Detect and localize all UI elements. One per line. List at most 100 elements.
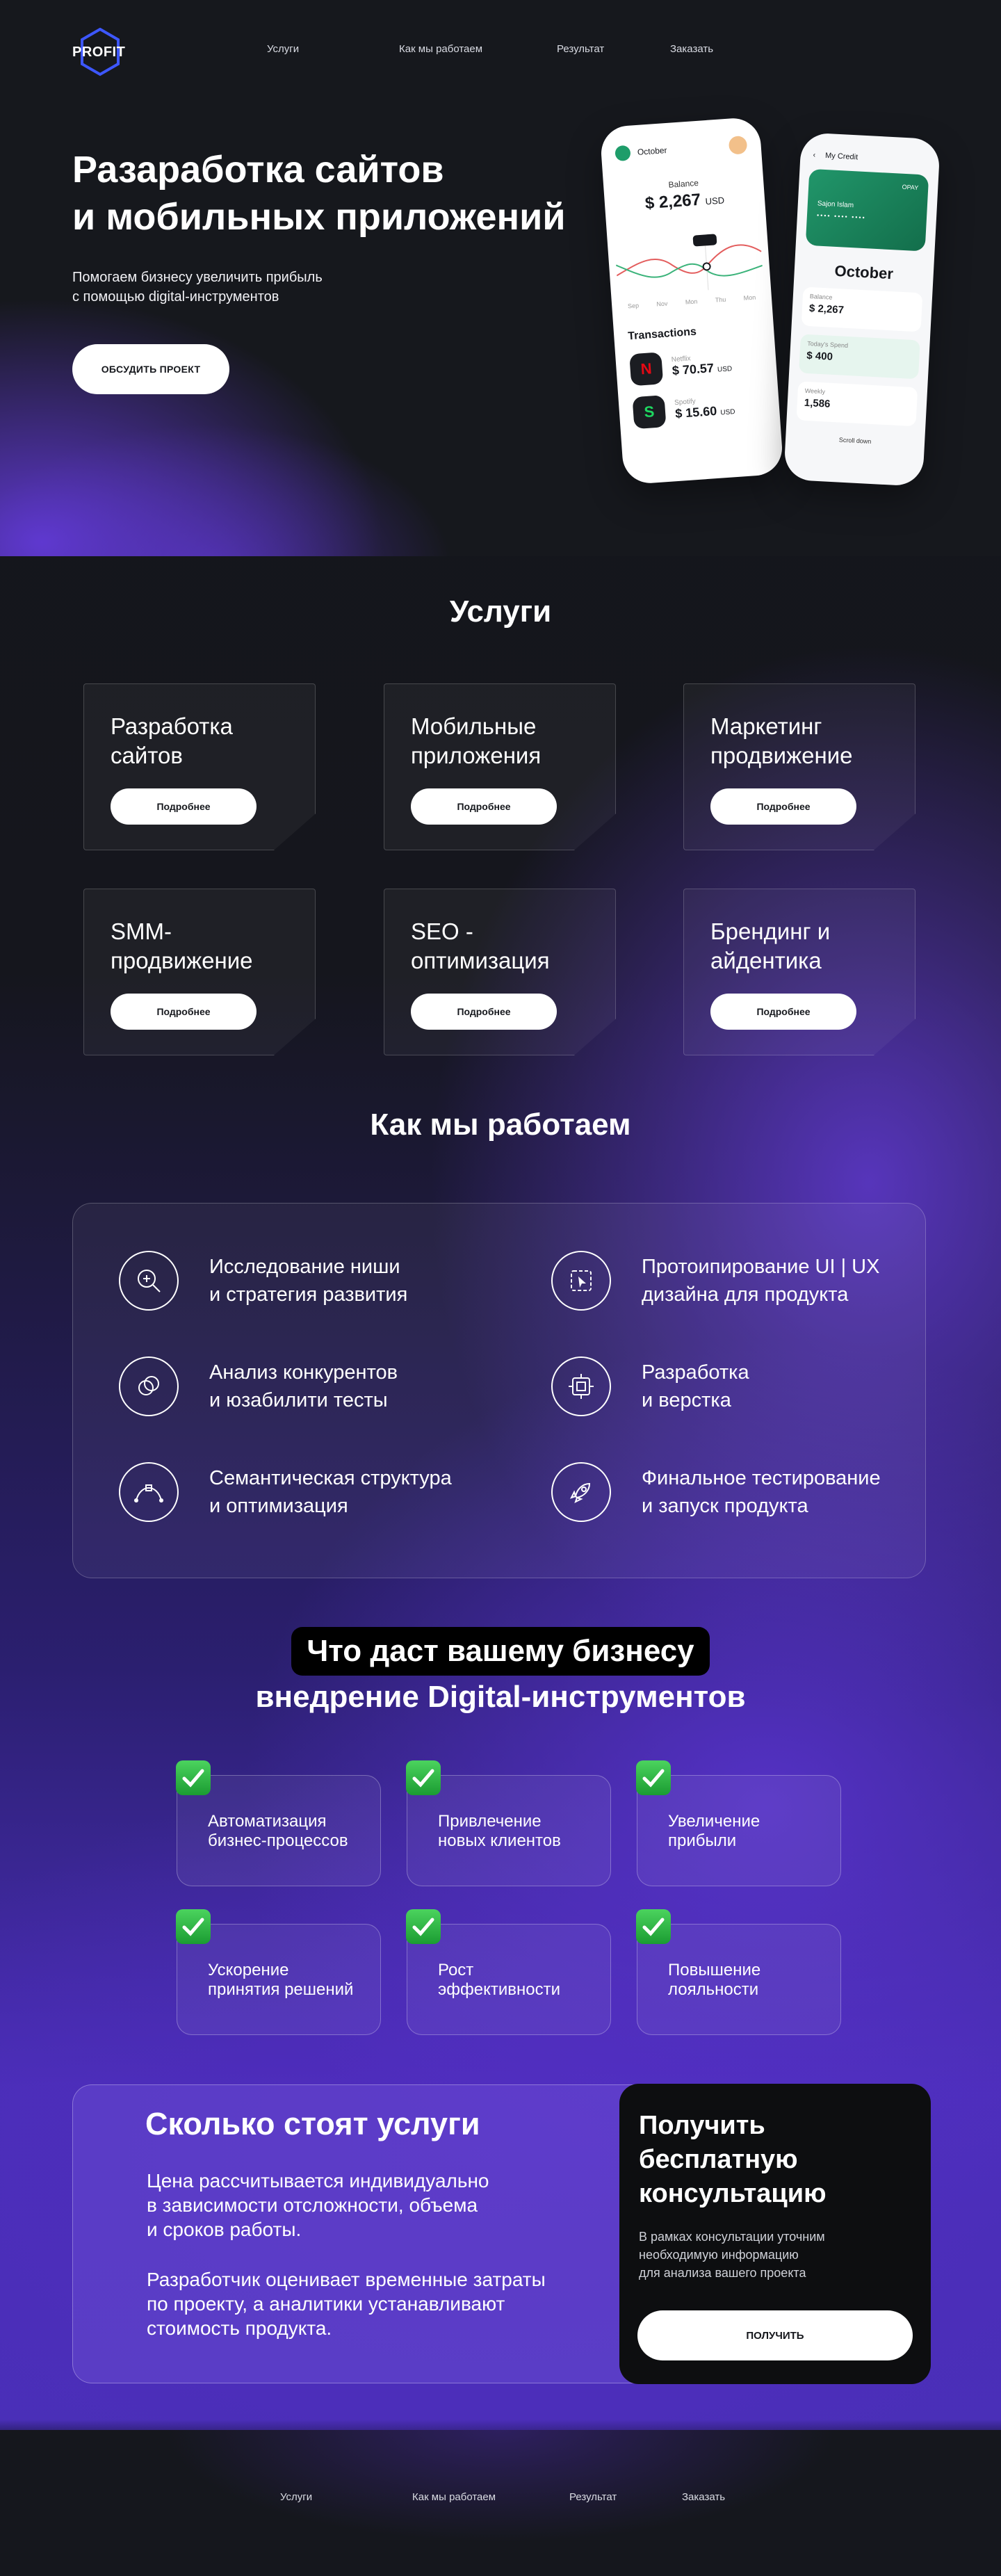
service-more-button[interactable]: Подробнее [111,788,257,825]
stat-value: $ 400 [806,349,833,363]
search-icon [119,1251,179,1311]
hero-title: Разаработка сайтов и мобильных приложени… [72,146,628,241]
how-step-line2: и верстка [642,1389,731,1411]
service-title: Брендинг и айдентика [710,917,888,975]
service-title-line2: оптимизация [411,948,550,973]
hero-title-line1: Разаработка сайтов [72,149,444,191]
service-more-button[interactable]: Подробнее [411,788,557,825]
how-step-line2: дизайна для продукта [642,1283,849,1306]
stat-box: Weekly 1,586 [796,381,918,427]
service-card: Маркетинг продвижение Подробнее [683,683,915,850]
benefit-card: Ускорение принятия решений [176,1909,381,2035]
line-chart-graphic [615,234,763,291]
how-step-text: Разработка и верстка [642,1359,749,1414]
stat-value: $ 2,267 [808,302,845,316]
avatar [728,135,748,155]
how-step-text: Финальное тестирование и запуск продукта [642,1464,881,1520]
phone2-month: October [834,261,894,283]
app-logo-icon [615,145,631,162]
month-label: Mon [685,298,698,306]
how-step-line2: и стратегия развития [209,1283,408,1306]
discuss-project-button[interactable]: ОБСУДИТЬ ПРОЕКТ [72,344,229,394]
nav-link-order[interactable]: Заказать [670,43,713,55]
benefit-line2: эффективности [438,1980,561,1999]
pricing-paragraph: Цена рассчитывается индивидуально в зави… [147,2169,564,2242]
development-icon [551,1356,611,1416]
how-step: Финальное тестирование и запуск продукта [551,1462,881,1522]
card-holder: Sajon Islam [817,200,854,210]
spotify-icon: S [632,395,667,430]
pricing-box: Сколько стоят услуги Цена рассчитывается… [72,2084,931,2384]
benefit-text: Ускорение принятия решений [208,1961,380,2000]
service-title-line2: продвижение [710,743,853,768]
stat-box: Balance $ 2,267 [801,286,923,332]
benefit-line1: Привлечение [438,1812,542,1831]
pricing-line: Разработчик оценивает временные затраты [147,2269,546,2290]
pricing-line: стоимость продукта. [147,2317,332,2339]
consultation-title-line: бесплатную [639,2145,798,2174]
service-more-button[interactable]: Подробнее [710,994,856,1030]
benefit-line2: лояльности [668,1980,759,1999]
footer-link-services[interactable]: Услуги [280,2491,412,2503]
service-more-button[interactable]: Подробнее [411,994,557,1030]
consultation-text-line: В рамках консультации уточним [639,2230,825,2244]
logo-text: PROFIT [72,44,126,60]
service-card: Брендинг и айдентика Подробнее [683,889,915,1055]
transaction-amount: $ 70.57 [672,361,715,378]
benefit-text: Автоматизация бизнес-процессов [208,1812,380,1851]
footer-link-result[interactable]: Результат [569,2491,682,2503]
service-title-line2: приложения [411,743,542,768]
nav-link-how-we-work[interactable]: Как мы работаем [399,43,557,55]
service-more-button[interactable]: Подробнее [111,994,257,1030]
phone-mockup-credit: ‹ My Credit OPAY Sajon Islam •••• •••• •… [783,132,941,487]
pricing-line: и сроков работы. [147,2219,302,2240]
netflix-icon: N [629,352,664,387]
checkmark-icon [406,1760,441,1795]
month-label: Sep [627,302,640,310]
pricing-line: Цена рассчитывается индивидуально [147,2170,489,2192]
month-label: Nov [656,300,668,308]
benefit-card: Привлечение новых клиентов [406,1760,611,1886]
how-step-line1: Исследование ниши [209,1256,400,1278]
stat-value: 1,586 [804,396,831,410]
pricing-title: Сколько стоят услуги [145,2106,480,2141]
footer-link-order[interactable]: Заказать [682,2491,725,2503]
get-consultation-button[interactable]: ПОЛУЧИТЬ [637,2310,913,2360]
how-step-line1: Разработка [642,1361,749,1384]
phone1-currency: USD [705,195,725,207]
nav-link-services[interactable]: Услуги [267,43,399,55]
service-title-line1: Маркетинг [710,713,822,739]
card-brand: OPAY [902,183,919,192]
consultation-title: Получить бесплатную консультацию [639,2109,911,2211]
how-step: Протоипирование UI | UX дизайна для проду… [551,1251,879,1311]
benefit-card: Рост эффективности [406,1909,611,2035]
phone1-month: October [637,145,667,157]
footer-links: Услуги Как мы работаем Результат Заказат… [280,2491,725,2503]
transaction-value: $ 70.57 USD [672,359,732,378]
how-step-text: Анализ конкурентов и юзабилити тесты [209,1359,398,1414]
transaction-currency: USD [720,408,735,417]
hero-section: PROFIT Услуги Как мы работаем Результат … [0,0,1001,556]
phone2-header: ‹ My Credit [800,132,941,165]
transaction-info: Netflix $ 70.57 USD [671,352,732,378]
service-title-line2: сайтов [111,743,183,768]
footer-link-how-we-work[interactable]: Как мы работаем [412,2491,569,2503]
consultation-card: Получить бесплатную консультацию В рамка… [619,2084,931,2384]
footer: Услуги Как мы работаем Результат Заказат… [0,2430,1001,2576]
how-step: Семантическая структура и оптимизация [119,1462,452,1522]
pricing-line: по проекту, а аналитики устанавливают [147,2293,505,2315]
card-number: •••• •••• •••• [816,211,866,222]
consultation-text-line: для анализа вашего проекта [639,2266,806,2280]
service-more-button[interactable]: Подробнее [710,788,856,825]
benefits-title-line2: внедрение Digital-инструментов [255,1680,746,1714]
how-step-line1: Протоипирование UI | UX [642,1256,880,1278]
pricing-line: в зависимости отсложности, объема [147,2194,478,2216]
benefit-text: Повышение лояльности [668,1961,840,2000]
how-step-line1: Анализ конкурентов [209,1361,398,1384]
transaction-amount: $ 15.60 [674,403,717,421]
benefit-line2: прибыли [668,1831,737,1850]
logo[interactable]: PROFIT [72,28,142,76]
nav-link-result[interactable]: Результат [557,43,670,55]
service-title-line1: SMM- [111,918,172,944]
how-step-line1: Семантическая структура [209,1467,452,1489]
